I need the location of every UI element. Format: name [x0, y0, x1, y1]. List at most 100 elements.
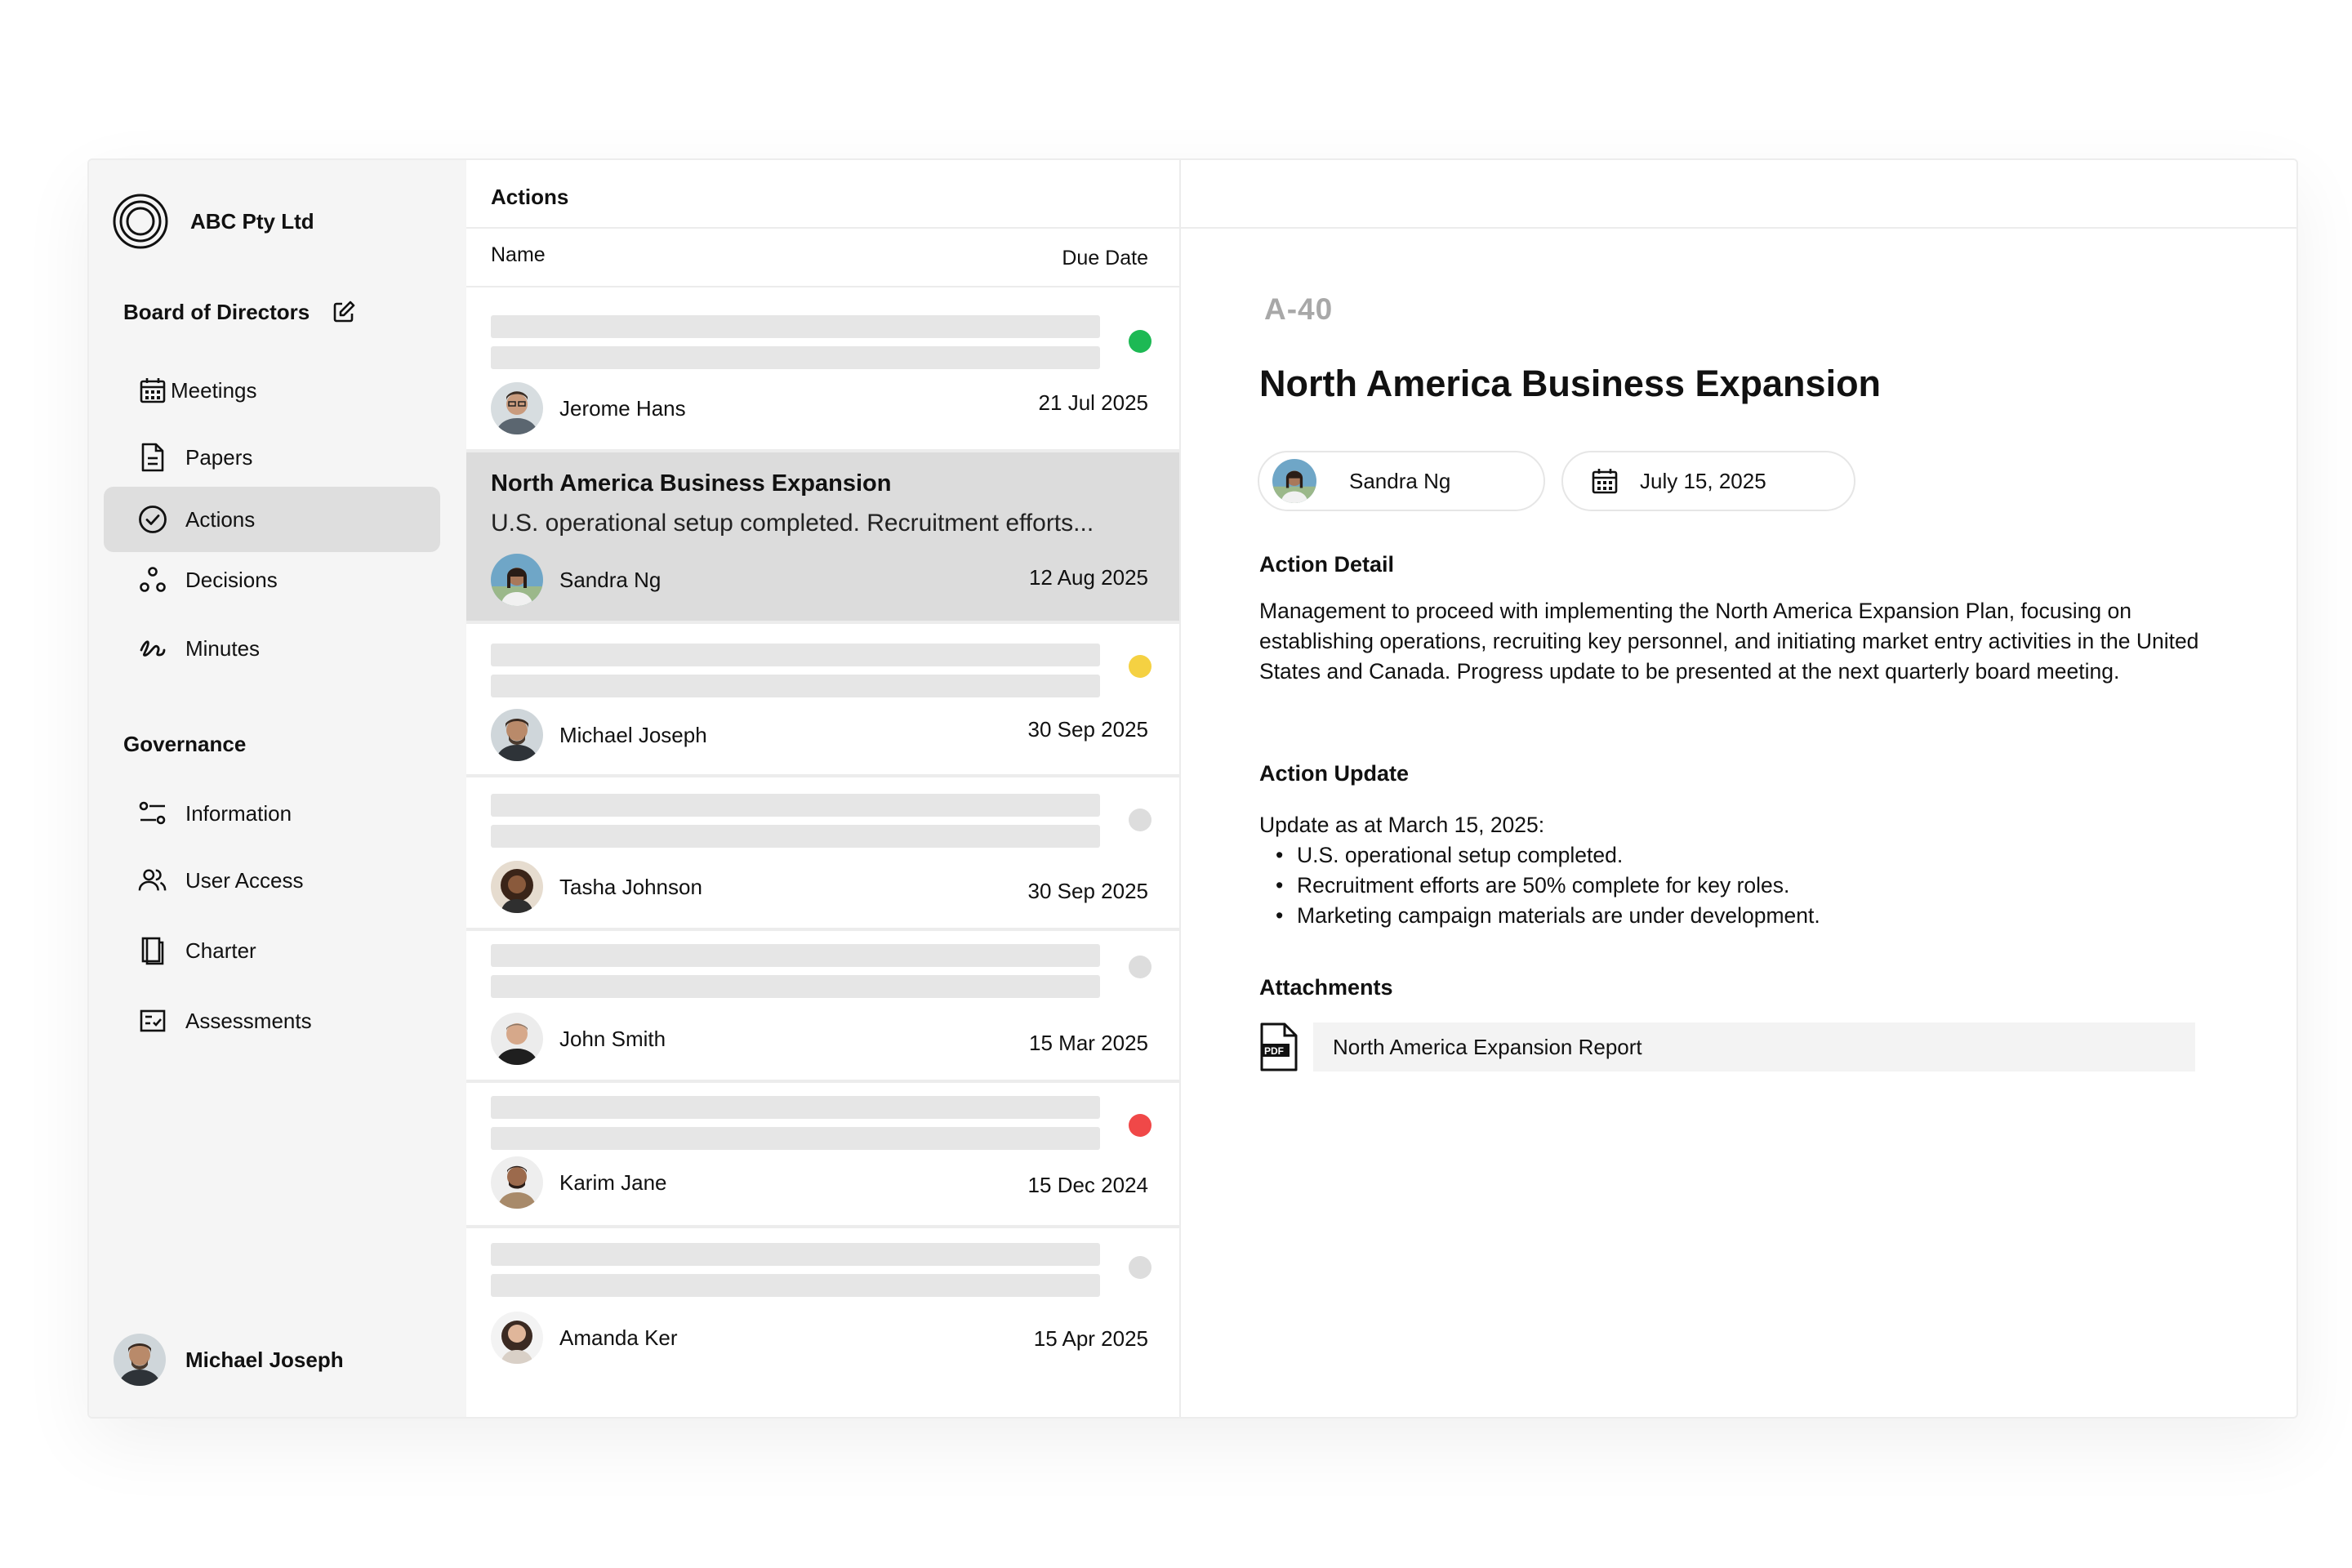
row-summary: U.S. operational setup completed. Recrui… [491, 510, 1094, 537]
document-icon [138, 443, 167, 472]
nav-item-meetings[interactable]: Meetings [104, 358, 440, 423]
calendar-icon [138, 376, 167, 405]
assignee-chip[interactable]: Sandra Ng [1258, 451, 1545, 511]
due-date-chip[interactable]: July 15, 2025 [1561, 451, 1855, 511]
update-item: U.S. operational setup completed. [1259, 840, 2239, 871]
nav-label: Papers [185, 444, 253, 470]
board-title: Board of Directors [123, 299, 310, 324]
nav-item-actions[interactable]: Actions [104, 487, 440, 552]
skeleton-line [491, 644, 1100, 666]
list-item-selected[interactable]: North America Business Expansion U.S. op… [466, 452, 1179, 624]
section-heading-attachments: Attachments [1259, 975, 1393, 1000]
due-date: 15 Mar 2025 [1029, 1031, 1148, 1055]
assignee-name: Sandra Ng [1349, 468, 1451, 493]
action-update-block: Update as at March 15, 2025: U.S. operat… [1259, 810, 2239, 931]
skeleton-line [491, 346, 1100, 369]
nav-item-minutes[interactable]: Minutes [104, 616, 440, 681]
check-circle-icon [138, 505, 167, 534]
nav-item-papers[interactable]: Papers [104, 425, 440, 490]
skeleton-line [491, 675, 1100, 697]
action-code: A-40 [1264, 292, 1334, 326]
governance-heading: Governance [123, 732, 246, 757]
list-item[interactable]: Karim Jane 15 Dec 2024 [466, 1083, 1179, 1228]
status-dot [1129, 655, 1152, 678]
assignee-name: Tasha Johnson [559, 874, 702, 899]
row-assignee: John Smith [491, 1013, 666, 1065]
avatar [491, 382, 543, 434]
avatar [1272, 459, 1316, 503]
column-header-due-date[interactable]: Due Date [1062, 247, 1148, 270]
row-title: North America Business Expansion [491, 470, 892, 497]
pdf-file-icon: PDF [1260, 1022, 1298, 1071]
action-detail-panel: A-40 North America Business Expansion Sa… [1181, 160, 2296, 1417]
list-title: Actions [491, 185, 569, 209]
app-window: ABC Pty Ltd Board of Directors Meetings … [87, 158, 2298, 1419]
section-heading-action-update: Action Update [1259, 761, 1410, 786]
nav-label: Actions [185, 506, 256, 532]
section-heading-action-detail: Action Detail [1259, 552, 1395, 577]
due-date: 30 Sep 2025 [1027, 717, 1148, 742]
nav-label: Charter [185, 938, 256, 963]
sliders-icon [138, 799, 167, 828]
current-user[interactable]: Michael Joseph [114, 1334, 344, 1386]
nav-item-decisions[interactable]: Decisions [104, 547, 440, 612]
nav-label: Minutes [185, 635, 261, 661]
calendar-icon [1592, 469, 1618, 494]
due-date: 30 Sep 2025 [1027, 879, 1148, 903]
action-detail-text: Management to proceed with implementing … [1259, 599, 2199, 684]
column-header-name[interactable]: Name [491, 243, 546, 267]
status-dot [1129, 330, 1152, 353]
avatar [491, 1312, 543, 1364]
list-item[interactable]: Tasha Johnson 30 Sep 2025 [466, 777, 1179, 931]
status-dot [1129, 808, 1152, 831]
signature-icon [138, 634, 167, 663]
assignee-name: Michael Joseph [559, 722, 707, 747]
row-assignee: Tasha Johnson [491, 861, 702, 913]
due-date: 15 Dec 2024 [1027, 1173, 1148, 1197]
edit-icon[interactable] [331, 299, 357, 325]
svg-text:PDF: PDF [1264, 1045, 1284, 1057]
nav-item-user-access[interactable]: User Access [104, 848, 440, 913]
list-header: Name Due Date [466, 227, 1179, 287]
attachment-row[interactable]: PDF North America Expansion Report [1259, 1022, 2195, 1071]
actions-list-panel: Actions Name Due Date Jerome Hans 21 Jul… [466, 160, 1181, 1417]
org-logo-icon [113, 194, 168, 249]
attachment-name: North America Expansion Report [1333, 1034, 1642, 1059]
skeleton-line [491, 1274, 1100, 1297]
skeleton-line [491, 315, 1100, 338]
governance-title: Governance [123, 732, 247, 756]
nav-item-assessments[interactable]: Assessments [104, 988, 440, 1054]
list-item[interactable]: Michael Joseph 30 Sep 2025 [466, 624, 1179, 777]
checklist-icon [138, 1006, 167, 1036]
attachment-link[interactable]: North America Expansion Report [1313, 1022, 2195, 1071]
due-date-value: July 15, 2025 [1640, 468, 1766, 493]
list-item[interactable]: John Smith 15 Mar 2025 [466, 931, 1179, 1083]
row-assignee: Jerome Hans [491, 382, 686, 434]
update-item: Recruitment efforts are 50% complete for… [1259, 871, 2239, 901]
due-date: 21 Jul 2025 [1038, 390, 1148, 415]
row-assignee: Karim Jane [491, 1156, 667, 1209]
update-intro: Update as at March 15, 2025: [1259, 813, 1545, 837]
avatar [491, 554, 543, 606]
status-dot [1129, 956, 1152, 978]
due-date: 12 Aug 2025 [1028, 565, 1148, 590]
skeleton-line [491, 825, 1100, 848]
nav-item-information[interactable]: Information [104, 781, 440, 846]
assignee-name: Karim Jane [559, 1169, 667, 1195]
assignee-name: Amanda Ker [559, 1325, 678, 1350]
list-item[interactable]: Jerome Hans 21 Jul 2025 [466, 289, 1179, 452]
update-item: Marketing campaign materials are under d… [1259, 901, 2239, 931]
org-header[interactable]: ABC Pty Ltd [112, 193, 314, 250]
nav-label: Assessments [185, 1008, 312, 1033]
nav-item-charter[interactable]: Charter [104, 918, 440, 983]
nav-label: Meetings [171, 377, 257, 403]
skeleton-line [491, 1243, 1100, 1266]
list-item[interactable]: Amanda Ker 15 Apr 2025 [466, 1228, 1179, 1400]
sidebar: ABC Pty Ltd Board of Directors Meetings … [89, 160, 466, 1417]
assignee-name: Sandra Ng [559, 567, 662, 592]
status-dot [1129, 1114, 1152, 1137]
update-list: U.S. operational setup completed. Recrui… [1259, 840, 2239, 931]
status-dot [1129, 1256, 1152, 1279]
row-assignee: Michael Joseph [491, 709, 707, 761]
avatar [491, 1013, 543, 1065]
